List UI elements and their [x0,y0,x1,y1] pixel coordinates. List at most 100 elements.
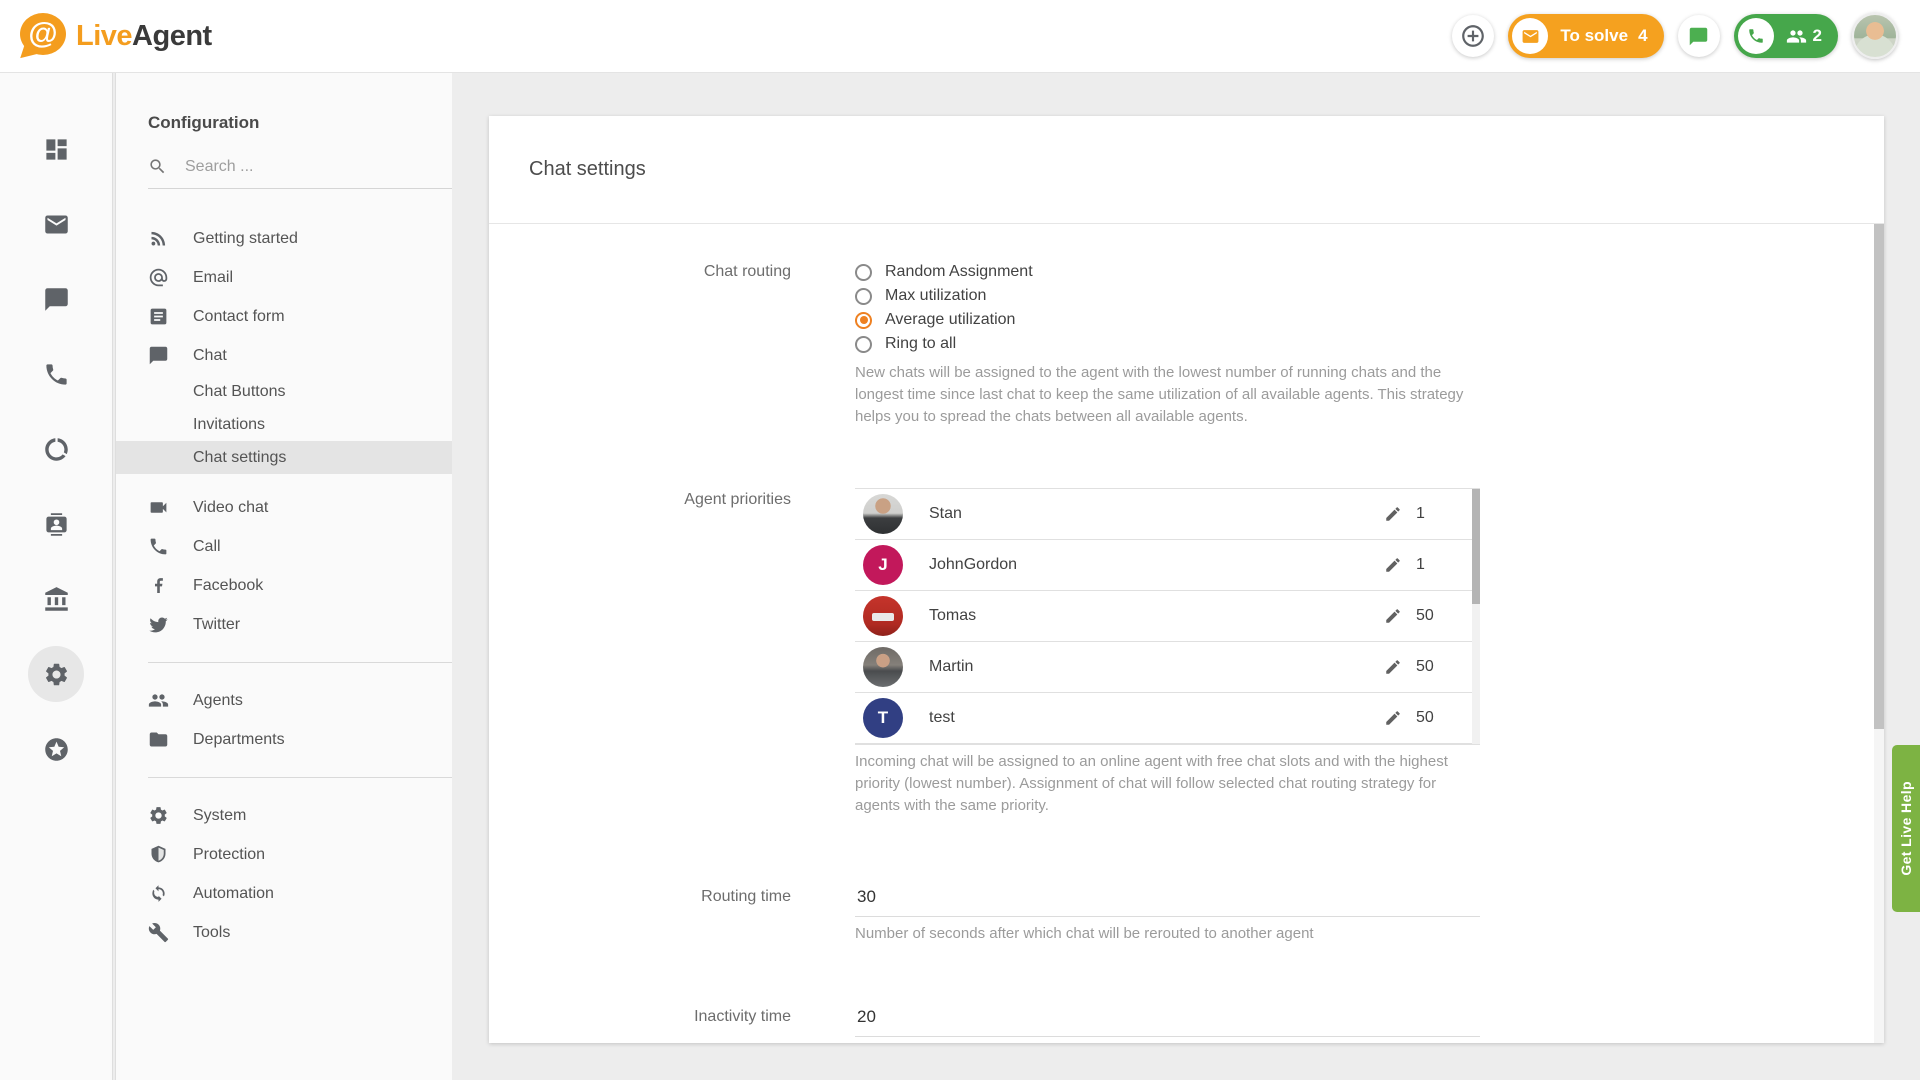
videocam-icon [148,497,169,518]
calls-button[interactable]: 2 [1734,14,1838,58]
sidebar-item-video-chat[interactable]: Video chat [116,488,452,527]
radio-checked-icon[interactable] [855,312,872,329]
agent-row: J JohnGordon 1 [855,540,1480,591]
sidebar-item-email[interactable]: Email [116,258,452,297]
radio-ring-to-all[interactable]: Ring to all [855,332,1480,356]
divider [148,662,452,663]
get-live-help-button[interactable]: Get Live Help [1892,745,1920,912]
sidebar-item-twitter[interactable]: Twitter [116,605,452,644]
agent-priority-list: Stan 1 J JohnGordon 1 [855,488,1480,745]
search-input[interactable] [185,158,415,176]
radio-average-utilization[interactable]: Average utilization [855,308,1480,332]
routing-time-input[interactable] [855,887,1480,917]
routing-time-label: Routing time [489,887,791,907]
chat-settings-card: Chat settings Chat routing Random Assign… [489,116,1884,1043]
header-actions: To solve 4 2 [1452,13,1920,59]
dashboard-icon [43,136,70,163]
to-solve-button[interactable]: To solve 4 [1508,14,1663,58]
to-solve-label: To solve [1560,26,1628,46]
radio-icon[interactable] [855,288,872,305]
agent-priorities-section: Agent priorities Stan 1 J JohnGor [489,488,1884,817]
user-avatar[interactable] [1852,13,1898,59]
pencil-icon [1384,556,1402,574]
edit-priority-button[interactable] [1384,607,1402,625]
agent-avatar: J [863,545,903,585]
sidebar-item-automation[interactable]: Automation [116,874,452,913]
agent-list-scrollbar[interactable] [1472,489,1480,744]
contact-card-icon [43,511,70,538]
priority-value: 50 [1416,658,1450,676]
sidebar-subitem-invitations[interactable]: Invitations [116,408,452,441]
document-icon [148,306,169,327]
liveagent-logo[interactable]: @ LiveAgent [0,13,212,59]
edit-priority-button[interactable] [1384,556,1402,574]
sidebar-item-agents[interactable]: Agents [116,681,452,720]
sidebar-item-tools[interactable]: Tools [116,913,452,952]
rail-chats-button[interactable] [28,271,84,327]
radio-max-utilization[interactable]: Max utilization [855,284,1480,308]
add-button[interactable] [1452,15,1494,57]
rail-tickets-button[interactable] [28,196,84,252]
priority-value: 50 [1416,607,1450,625]
envelope-icon [1521,27,1540,46]
inactivity-time-input[interactable] [855,1007,1480,1037]
pencil-icon [1384,709,1402,727]
shield-icon [148,844,169,865]
rail-dashboard-button[interactable] [28,121,84,177]
edit-priority-button[interactable] [1384,658,1402,676]
scrollbar-thumb[interactable] [1874,224,1884,729]
icon-rail [0,73,113,1080]
sync-icon [148,883,169,904]
logo-text: LiveAgent [76,20,212,53]
chat-routing-description: New chats will be assigned to the agent … [855,362,1469,428]
page-title: Chat settings [529,158,646,181]
add-circle-icon [1460,23,1486,49]
reports-icon [43,436,70,463]
agent-row: T test 50 [855,693,1480,744]
rail-customers-button[interactable] [28,496,84,552]
priority-value: 1 [1416,556,1450,574]
agent-priorities-description: Incoming chat will be assigned to an onl… [855,751,1469,817]
rail-reports-button[interactable] [28,421,84,477]
rail-settings-button[interactable] [28,646,84,702]
sidebar-search [148,157,452,189]
agent-priorities-label: Agent priorities [489,488,791,512]
people-icon [1786,26,1807,47]
phone-icon [1747,27,1765,45]
sidebar-item-getting-started[interactable]: Getting started [116,219,452,258]
search-icon [148,157,167,176]
rail-calls-button[interactable] [28,346,84,402]
mail-icon [43,211,70,238]
sidebar-subitem-chat-settings[interactable]: Chat settings [116,441,452,474]
rail-company-button[interactable] [28,571,84,627]
agent-row: Tomas 50 [855,591,1480,642]
radio-icon[interactable] [855,264,872,281]
pencil-icon [1384,658,1402,676]
agent-row: Martin 50 [855,642,1480,693]
twitter-icon [148,614,169,635]
sidebar-item-protection[interactable]: Protection [116,835,452,874]
agent-avatar [863,596,903,636]
chats-button[interactable] [1678,15,1720,57]
sidebar-item-system[interactable]: System [116,796,452,835]
priority-value: 50 [1416,709,1450,727]
agent-avatar [863,494,903,534]
chat-icon [148,345,169,366]
rail-upgrade-button[interactable] [28,721,84,777]
sidebar-item-facebook[interactable]: Facebook [116,566,452,605]
sidebar-subitem-chat-buttons[interactable]: Chat Buttons [116,375,452,408]
radio-random-assignment[interactable]: Random Assignment [855,260,1480,284]
edit-priority-button[interactable] [1384,505,1402,523]
facebook-icon [148,575,169,596]
sidebar-item-call[interactable]: Call [116,527,452,566]
sidebar-item-contact-form[interactable]: Contact form [116,297,452,336]
gear-icon [43,661,70,688]
scrollbar-thumb[interactable] [1472,489,1480,604]
main-scrollbar[interactable] [1874,224,1884,1043]
radio-icon[interactable] [855,336,872,353]
sidebar-item-departments[interactable]: Departments [116,720,452,759]
edit-priority-button[interactable] [1384,709,1402,727]
bank-icon [43,586,70,613]
sidebar-item-chat[interactable]: Chat [116,336,452,375]
routing-time-section: Routing time Number of seconds after whi… [489,887,1884,945]
